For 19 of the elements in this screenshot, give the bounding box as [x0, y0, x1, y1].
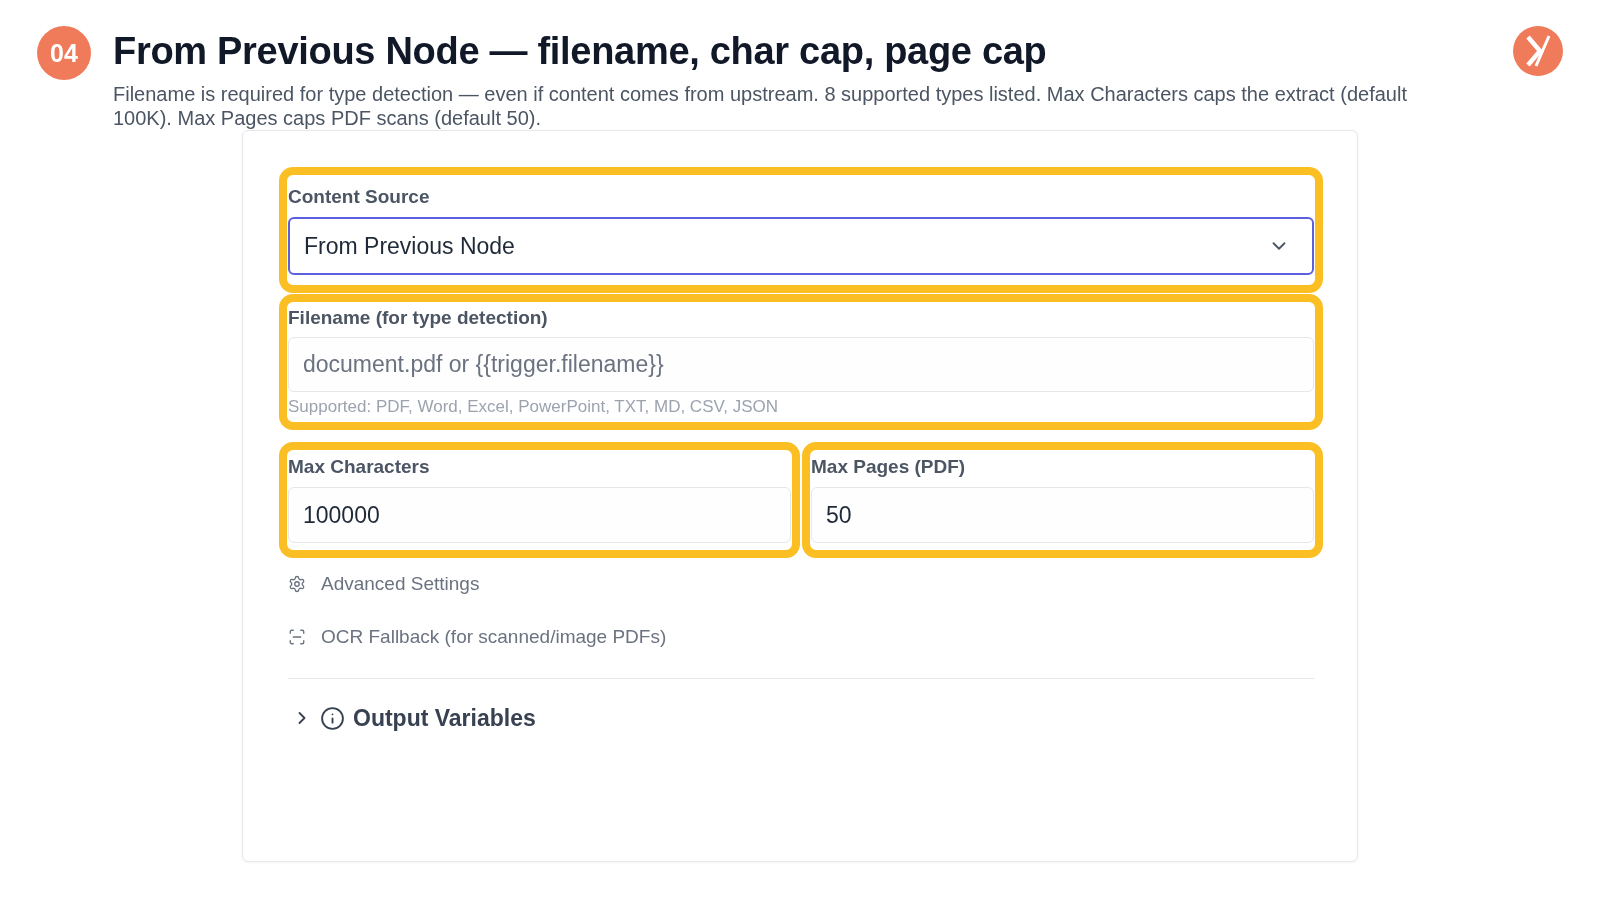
slide-description: Filename is required for type detection — even if content comes from upstream. 8 supported types listed. Max Characters caps the extract (default 100K). Max Pages caps PDF scans (default 50).: [113, 82, 1408, 130]
scan-icon: [288, 628, 306, 646]
text-input[interactable]: document.pdf or {{trigger.filename}}: [288, 337, 1314, 392]
number-input[interactable]: 100000: [288, 487, 791, 543]
advanced-settings-link[interactable]: Advanced Settings: [288, 570, 480, 598]
field-label: Filename (for type detection): [288, 306, 549, 330]
field-label: Max Pages (PDF): [811, 455, 967, 479]
dropdown-select[interactable]: From Previous Node: [288, 217, 1314, 275]
field-hint: Supported: PDF, Word, Excel, PowerPoint, TXT, MD, CSV, JSON: [288, 396, 780, 418]
number-input[interactable]: 50: [811, 487, 1314, 543]
settings-icon: [288, 575, 306, 593]
output-variables-toggle[interactable]: Output Variables: [288, 703, 536, 733]
slide-title: From Previous Node — filename, char cap, page cap: [113, 29, 1047, 74]
x-logo-icon: [1513, 26, 1563, 76]
step-number: 04: [37, 26, 91, 80]
field-label: Content Source: [288, 185, 431, 209]
info-icon: [320, 705, 345, 731]
ocr-fallback-link[interactable]: OCR Fallback (for scanned/image PDFs): [288, 623, 667, 651]
field-label: Max Characters: [288, 455, 431, 479]
